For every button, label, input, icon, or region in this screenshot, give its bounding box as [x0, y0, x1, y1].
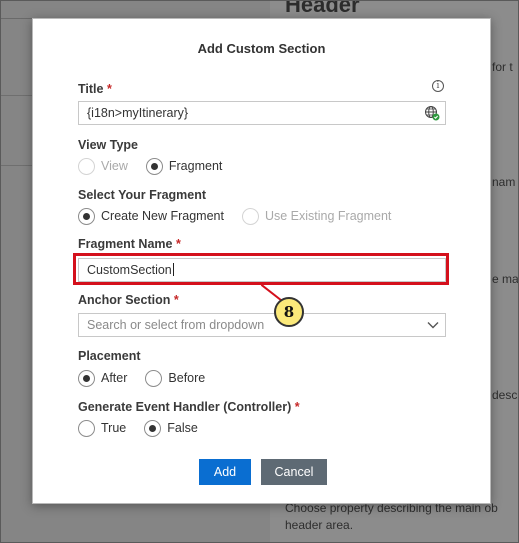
placement-radio-group: After Before: [78, 368, 223, 388]
anchor-section-label: Anchor Section *: [78, 293, 179, 307]
radio-label: After: [101, 371, 128, 385]
event-handler-true-radio[interactable]: True: [78, 419, 127, 437]
globe-icon[interactable]: [424, 105, 440, 121]
radio-label: Before: [168, 371, 206, 385]
event-handler-label: Generate Event Handler (Controller) *: [78, 400, 300, 414]
radio-circle: [241, 207, 259, 225]
fragment-name-label: Fragment Name *: [78, 237, 181, 251]
anchor-section-dropdown[interactable]: Search or select from dropdown: [78, 313, 446, 337]
required-marker: *: [294, 400, 300, 414]
view-type-radio-group: View Fragment: [78, 156, 240, 176]
title-label-text: Title: [78, 82, 104, 96]
radio-label: False: [167, 421, 198, 435]
view-type-label: View Type: [78, 138, 138, 152]
radio-circle: [145, 369, 163, 387]
title-label: Title *: [78, 82, 112, 96]
event-handler-radio-group: True False: [78, 418, 216, 438]
radio-label: True: [101, 421, 127, 435]
dialog-title: Add Custom Section: [197, 41, 326, 56]
placement-after-radio[interactable]: After: [78, 369, 128, 387]
radio-circle: [145, 157, 163, 175]
step-callout-badge: 8: [274, 297, 304, 327]
required-marker: *: [175, 237, 181, 251]
fragment-name-label-text: Fragment Name: [78, 237, 173, 251]
placement-before-radio[interactable]: Before: [145, 369, 206, 387]
radio-label: Fragment: [168, 159, 223, 173]
view-type-fragment-radio[interactable]: Fragment: [145, 157, 223, 175]
radio-circle: [78, 369, 95, 387]
create-new-fragment-radio[interactable]: Create New Fragment: [78, 207, 224, 225]
radio-circle: [78, 419, 95, 437]
fragment-name-highlight: [73, 253, 449, 285]
radio-circle: [78, 207, 95, 225]
view-type-view-radio[interactable]: View: [78, 157, 128, 175]
required-marker: *: [173, 293, 179, 307]
anchor-section-label-text: Anchor Section: [78, 293, 171, 307]
event-handler-label-text: Generate Event Handler (Controller): [78, 400, 292, 414]
add-button[interactable]: Add: [199, 459, 251, 485]
event-handler-false-radio[interactable]: False: [144, 419, 198, 437]
radio-label: Use Existing Fragment: [264, 209, 392, 223]
chevron-down-icon[interactable]: [427, 320, 439, 330]
placement-label: Placement: [78, 349, 141, 363]
required-marker: *: [106, 82, 112, 96]
select-fragment-radio-group: Create New Fragment Use Existing Fragmen…: [78, 206, 409, 226]
radio-circle: [144, 419, 162, 437]
radio-label: Create New Fragment: [101, 209, 224, 223]
cancel-button[interactable]: Cancel: [261, 459, 327, 485]
title-input[interactable]: {i18n>myItinerary}: [78, 101, 446, 125]
radio-circle: [78, 157, 95, 175]
title-input-value: {i18n>myItinerary}: [87, 106, 189, 120]
info-icon[interactable]: i: [432, 80, 444, 92]
select-fragment-label: Select Your Fragment: [78, 188, 207, 202]
anchor-section-placeholder: Search or select from dropdown: [87, 318, 265, 332]
radio-label: View: [101, 159, 128, 173]
use-existing-fragment-radio[interactable]: Use Existing Fragment: [241, 207, 392, 225]
